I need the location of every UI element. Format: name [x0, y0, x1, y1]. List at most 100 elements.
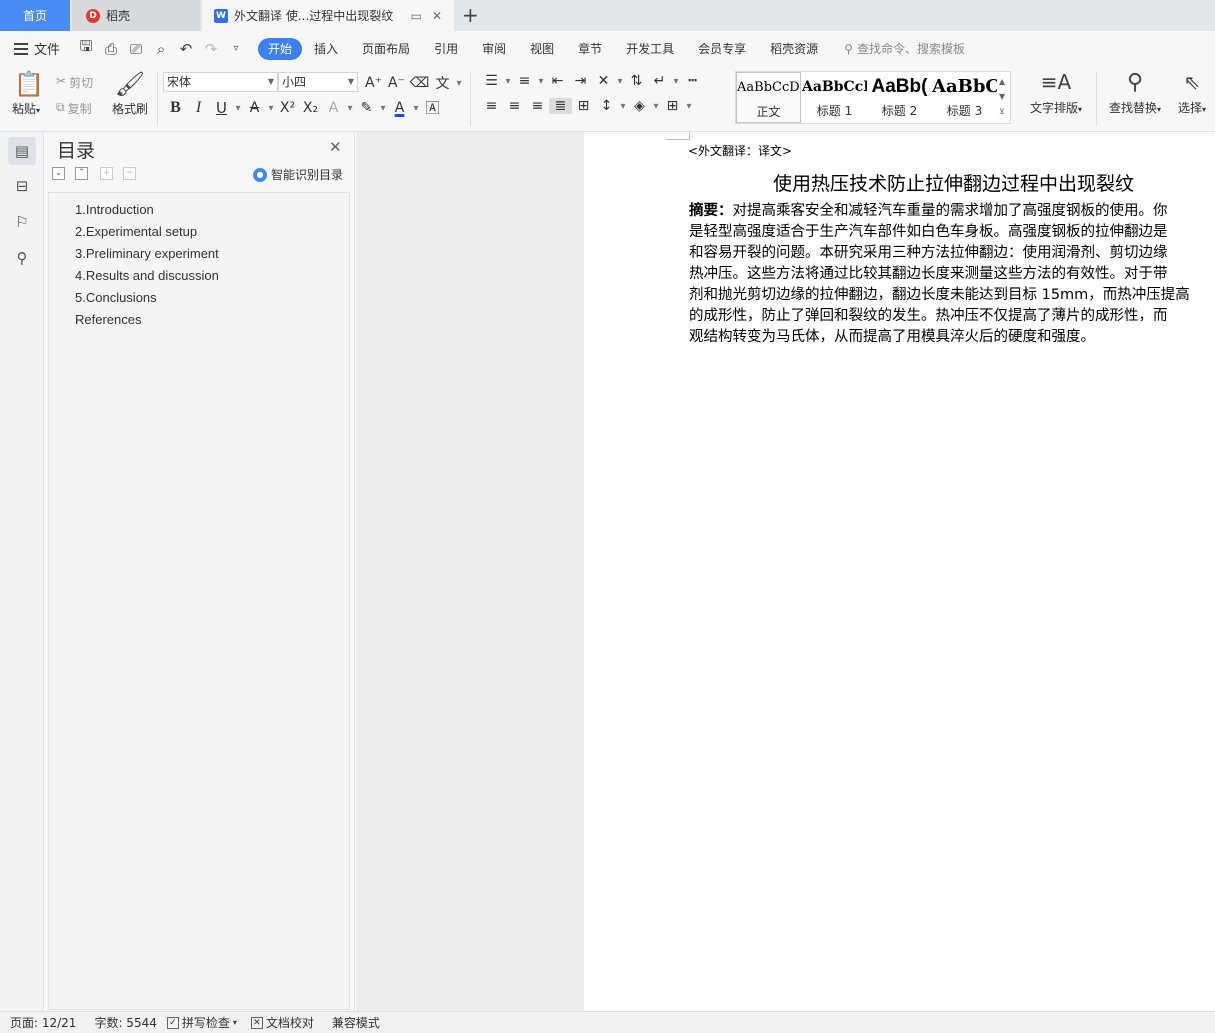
justify-icon[interactable]: ≣	[549, 98, 572, 114]
print-preview-icon[interactable]: ⌕	[153, 40, 169, 58]
select-button[interactable]: ⇖ 选择▾	[1172, 70, 1212, 116]
tab-daoke-resources[interactable]: 稻壳资源	[758, 38, 830, 60]
highlight-icon[interactable]: ✎	[355, 100, 378, 116]
subscript-icon[interactable]: X₂	[299, 100, 322, 116]
tab-insert[interactable]: 插入	[302, 38, 350, 60]
bookmark-icon[interactable]: ⚐	[8, 208, 36, 236]
chevron-down-icon[interactable]: ▾	[615, 76, 625, 87]
file-menu-button[interactable]: 文件	[14, 39, 60, 58]
chevron-down-icon[interactable]: ▾	[378, 103, 388, 114]
bullet-list-icon[interactable]: ☰	[480, 73, 503, 89]
line-spacing-icon[interactable]: ↕	[595, 98, 618, 114]
tab-daoke[interactable]: D 稻壳	[72, 0, 200, 31]
toc-item[interactable]: References	[75, 312, 141, 327]
italic-icon[interactable]: I	[187, 99, 210, 117]
document-page[interactable]: <外文翻译：译文> 使用热压技术防止拉伸翻边过程中出现裂纹 摘要：对提高乘客安全…	[584, 132, 1215, 1011]
increase-indent-icon[interactable]: ⇥	[569, 73, 592, 89]
pin-icon[interactable]: ▭	[411, 9, 422, 23]
show-marks-icon[interactable]: ↵	[648, 73, 671, 89]
export-pdf-icon[interactable]: ⎙	[103, 40, 119, 58]
shading-icon[interactable]: ◈	[628, 98, 651, 114]
borders-icon[interactable]: ⊞	[661, 98, 684, 114]
tab-view[interactable]: 视图	[518, 38, 566, 60]
new-tab-icon[interactable]: +	[462, 3, 479, 27]
close-tab-icon[interactable]: ✕	[432, 9, 442, 23]
toc-item[interactable]: 5.Conclusions	[75, 290, 157, 305]
redo-icon[interactable]: ↷	[203, 40, 219, 58]
proofread-button[interactable]: ✕ 文档校对	[250, 1014, 314, 1031]
align-left-icon[interactable]: ≡	[480, 98, 503, 114]
chevron-down-icon[interactable]: ▾	[651, 101, 661, 112]
page-indicator[interactable]: 页面: 12/21	[10, 1014, 76, 1031]
tab-developer[interactable]: 开发工具	[614, 38, 686, 60]
print-icon[interactable]: ⎚	[128, 40, 144, 58]
tab-start[interactable]: 开始	[258, 37, 303, 60]
chevron-down-icon[interactable]: ▾	[684, 101, 694, 112]
text-layout-button[interactable]: ≡A 文字排版▾	[1026, 70, 1086, 116]
ruler-icon[interactable]: ┅	[681, 73, 704, 89]
chevron-down-icon[interactable]: ▾	[618, 101, 628, 112]
close-icon[interactable]: ✕	[329, 138, 342, 156]
toc-item[interactable]: 2.Experimental setup	[75, 224, 197, 239]
chevron-down-icon[interactable]: ▾	[671, 76, 681, 87]
chinese-layout-icon[interactable]: ✕	[592, 73, 615, 89]
expand-all-icon[interactable]: ⌄	[52, 167, 65, 180]
promote-icon[interactable]: +	[100, 167, 113, 180]
smart-toc-button[interactable]: ● 智能识别目录	[253, 166, 343, 183]
tab-references[interactable]: 引用	[422, 38, 470, 60]
save-icon[interactable]: 🖫	[78, 36, 94, 61]
toc-item[interactable]: 1.Introduction	[75, 202, 154, 217]
chevron-down-icon[interactable]: ▾	[536, 76, 546, 87]
tab-member[interactable]: 会员专享	[686, 38, 758, 60]
distributed-align-icon[interactable]: ⊞	[572, 98, 595, 114]
chevron-down-icon[interactable]: ▾	[266, 103, 276, 114]
font-name-select[interactable]: 宋体 ▼	[163, 72, 278, 92]
chevron-down-icon[interactable]: ▾	[454, 78, 464, 89]
tab-home[interactable]: 首页	[0, 0, 70, 31]
strikethrough-icon[interactable]: A	[243, 100, 266, 116]
section-nav-icon[interactable]: ⊟	[8, 172, 36, 200]
chevron-down-icon[interactable]: ▾	[233, 103, 243, 114]
format-painter-button[interactable]: 🖌 格式刷	[110, 70, 150, 117]
style-heading-2[interactable]: AaBb( 标题 2	[867, 72, 932, 123]
align-right-icon[interactable]: ≡	[526, 98, 549, 114]
customize-chevron-icon[interactable]: ▿	[228, 43, 244, 54]
outline-icon[interactable]: ▤	[8, 137, 36, 165]
superscript-icon[interactable]: X²	[276, 100, 299, 116]
tab-document[interactable]: W 外文翻译 使...过程中出现裂纹 ▭ ✕	[202, 0, 454, 31]
style-heading-1[interactable]: AaBbCcI 标题 1	[802, 72, 867, 123]
tab-chapter[interactable]: 章节	[566, 38, 614, 60]
align-center-icon[interactable]: ≡	[503, 98, 526, 114]
command-search[interactable]: ⚲ 查找命令、搜索模板	[844, 40, 965, 57]
bold-icon[interactable]: B	[164, 99, 187, 117]
decrease-indent-icon[interactable]: ⇤	[546, 73, 569, 89]
collapse-all-icon[interactable]: ⌃	[75, 167, 88, 180]
chevron-down-icon[interactable]: ▾	[503, 76, 513, 87]
demote-icon[interactable]: −	[123, 167, 136, 180]
numbered-list-icon[interactable]: ≡	[513, 73, 536, 89]
find-replace-button[interactable]: ⚲ 查找替换▾	[1104, 70, 1166, 116]
expand-styles-icon[interactable]: ⊻	[999, 104, 1005, 119]
underline-icon[interactable]: U	[210, 99, 233, 117]
text-effect-icon[interactable]: A	[322, 100, 345, 116]
character-border-icon[interactable]: 🄰	[421, 98, 444, 118]
grow-font-icon[interactable]: A⁺	[362, 75, 385, 91]
search-icon[interactable]: ⚲	[8, 244, 36, 272]
font-size-select[interactable]: 小四 ▼	[278, 72, 358, 92]
paste-button[interactable]: 📋 粘贴▾	[12, 70, 46, 117]
undo-icon[interactable]: ↶	[178, 40, 194, 58]
style-normal[interactable]: AaBbCcDd 正文	[736, 72, 801, 123]
styles-scroll[interactable]: ▲ ▼ ⊻	[999, 74, 1005, 119]
tab-page-layout[interactable]: 页面布局	[350, 38, 422, 60]
cut-button[interactable]: ✂ 剪切	[56, 74, 93, 91]
style-heading-3[interactable]: AaBbC 标题 3	[932, 72, 997, 123]
shrink-font-icon[interactable]: A⁻	[385, 75, 408, 91]
sort-icon[interactable]: ⇅	[625, 73, 648, 89]
phonetic-guide-icon[interactable]: 文	[431, 73, 454, 93]
toc-item[interactable]: 3.Preliminary experiment	[75, 246, 219, 261]
scroll-down-icon[interactable]: ▼	[999, 89, 1005, 104]
word-count[interactable]: 字数: 5544	[94, 1014, 156, 1031]
spell-check-button[interactable]: ✓ 拼写检查 ▾	[166, 1014, 237, 1031]
font-color-icon[interactable]: A	[388, 100, 411, 116]
chevron-down-icon[interactable]: ▾	[345, 103, 355, 114]
